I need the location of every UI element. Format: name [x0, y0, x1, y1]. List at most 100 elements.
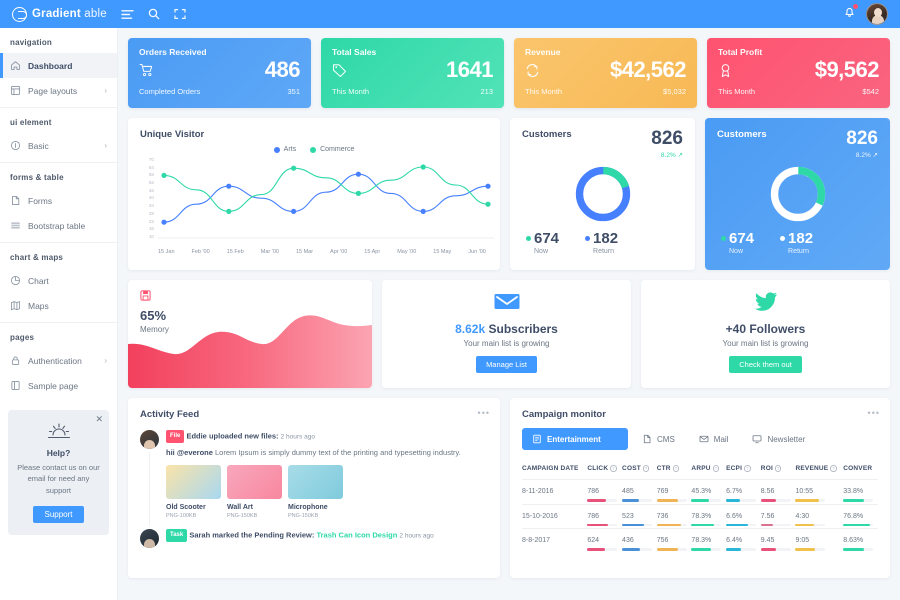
search-icon[interactable] — [148, 8, 160, 20]
help-title: Help? — [46, 448, 71, 458]
activity-time: 2 hours ago — [399, 532, 434, 540]
x-tick: Jun '00 — [468, 249, 486, 255]
memory-value: 65% — [140, 308, 167, 323]
tab-cms[interactable]: CMS — [632, 428, 685, 450]
legend-item-commerce: Commerce — [310, 146, 354, 153]
customers-header: Customers 826 8.2% ↗ — [522, 129, 683, 159]
tab-entertainment[interactable]: Entertainment — [522, 428, 628, 450]
layout-icon — [10, 85, 21, 96]
more-icon[interactable]: ••• — [868, 408, 880, 418]
customers-return-label: Return — [593, 248, 615, 255]
metric-bar-fill — [760, 548, 776, 551]
attachment-thumb[interactable]: Microphone PNG-150KB — [288, 465, 343, 519]
card-title: Customers — [522, 129, 572, 140]
menu-icon[interactable] — [121, 9, 134, 20]
customers-now-value: 674 — [721, 231, 754, 246]
memory-info: 65% Memory — [140, 290, 169, 334]
check-them-out-button[interactable]: Check them out — [729, 356, 802, 373]
donut-chart — [770, 166, 825, 222]
sidebar-item-label: Sample page — [28, 380, 79, 391]
customers-return-value: 182 — [780, 231, 813, 246]
tab-newsletter[interactable]: Newsletter — [742, 428, 815, 450]
data-point — [355, 171, 361, 177]
sidebar-item-sample-page[interactable]: Sample page — [0, 373, 117, 398]
sidebar-item-bootstrap-table[interactable]: Bootstrap table — [0, 213, 117, 238]
help-icon[interactable]: ? — [744, 465, 751, 472]
y-tick: 34 — [148, 203, 154, 209]
table-header: CAMPAIGN DATE CLICK? COST? CTR? ARPU? ECPI? RO… — [522, 458, 878, 480]
metric-bar-track — [691, 499, 722, 502]
table-icon — [10, 220, 21, 231]
stat-foot-value: 351 — [287, 87, 300, 96]
more-icon[interactable]: ••• — [478, 408, 490, 418]
x-tick: Apr '00 — [330, 249, 348, 255]
sidebar-item-forms[interactable]: Forms — [0, 188, 117, 213]
support-button[interactable]: Support — [33, 505, 84, 523]
metric-bar-track — [587, 548, 618, 551]
envelope-icon — [382, 291, 631, 316]
activity-content: File Eddie uploaded new files: 2 hours a… — [166, 430, 488, 519]
tab-mail[interactable]: Mail — [689, 428, 739, 450]
card-title: Customers — [717, 129, 767, 140]
attachment-thumbnails: Old Scooter PNG-100KB Wall Art PNG-150KB Mic… — [166, 465, 488, 519]
sidebar-section-title: forms & table — [10, 173, 64, 182]
stat-footer: This Month 213 — [332, 87, 493, 96]
customers-now-label: Now — [534, 248, 549, 255]
data-point — [485, 183, 491, 189]
brand-logo-group[interactable]: Gradient able — [12, 6, 107, 22]
map-icon — [10, 300, 21, 311]
fullscreen-icon[interactable] — [174, 8, 186, 20]
help-icon[interactable]: ? — [830, 465, 837, 472]
data-point — [291, 165, 297, 171]
sidebar-item-maps[interactable]: Maps — [0, 293, 117, 318]
metric-bar-track — [726, 499, 757, 502]
series-line-commerce — [163, 166, 489, 212]
user-avatar[interactable] — [866, 3, 888, 25]
help-icon[interactable]: ? — [712, 465, 720, 472]
help-icon[interactable]: ? — [642, 465, 650, 472]
chevron-right-icon: › — [104, 356, 107, 365]
sidebar-item-dashboard[interactable]: Dashboard — [0, 53, 117, 78]
stat-card-orders-received: Orders Received 486 Completed Orders 351 — [128, 38, 311, 108]
sidebar-section-title: navigation — [10, 38, 53, 47]
attachment-thumb[interactable]: Wall Art PNG-150KB — [227, 465, 282, 519]
help-icon[interactable]: ? — [672, 465, 680, 472]
sidebar-item-chart[interactable]: Chart — [0, 268, 117, 293]
cell-campaign-date: 15-10-2016 — [522, 512, 558, 520]
metric-bar-fill — [691, 548, 711, 551]
sidebar-item-label: Authentication — [28, 355, 82, 366]
home-icon — [10, 60, 21, 71]
help-icon[interactable]: ? — [774, 465, 782, 472]
sidebar-item-authentication[interactable]: Authentication › — [0, 348, 117, 373]
close-icon[interactable]: ✕ — [95, 414, 103, 425]
help-icon[interactable]: ? — [610, 465, 617, 472]
sidebar-item-basic[interactable]: Basic › — [0, 133, 117, 158]
customers-total: 826 — [651, 128, 683, 149]
activity-link[interactable]: Trash Can Icon Design — [316, 530, 397, 539]
sidebar-section-title: ui element — [10, 118, 52, 127]
metric-bar-fill — [587, 523, 609, 526]
stat-title: Revenue — [525, 47, 561, 57]
dashboard-page: Gradient able navigation Dashboard Page la… — [0, 0, 900, 600]
legend-item-arts: Arts — [273, 146, 296, 153]
feed-timeline-rule — [149, 452, 150, 526]
tab-label: CMS — [657, 434, 675, 444]
cell-metric: 9:05 — [795, 529, 843, 553]
notification-bell-button[interactable] — [843, 3, 859, 23]
sidebar-item-page-layouts[interactable]: Page layouts › — [0, 78, 117, 103]
y-axis-ticks: 70 64 58 52 46 40 34 28 22 16 10 — [140, 157, 154, 239]
metric-bar-track — [795, 523, 826, 526]
gradient-able-logo-icon — [12, 6, 27, 22]
attachment-thumb[interactable]: Old Scooter PNG-100KB — [166, 465, 221, 519]
y-tick: 46 — [148, 187, 154, 193]
manage-list-button[interactable]: Manage List — [476, 356, 537, 373]
activity-feed-list: File Eddie uploaded new files: 2 hours a… — [140, 430, 488, 549]
activity-time: 2 hours ago — [280, 433, 315, 441]
followers-card: +40 Followers Your main list is growing … — [641, 280, 890, 388]
metric-bar-track — [795, 499, 826, 502]
subscribers-label: Subscribers — [485, 322, 558, 336]
metric-bar-fill — [587, 499, 606, 502]
column-header-conver: CONVER — [843, 465, 873, 472]
stat-footer: Completed Orders 351 — [139, 87, 300, 96]
data-point — [355, 190, 361, 196]
